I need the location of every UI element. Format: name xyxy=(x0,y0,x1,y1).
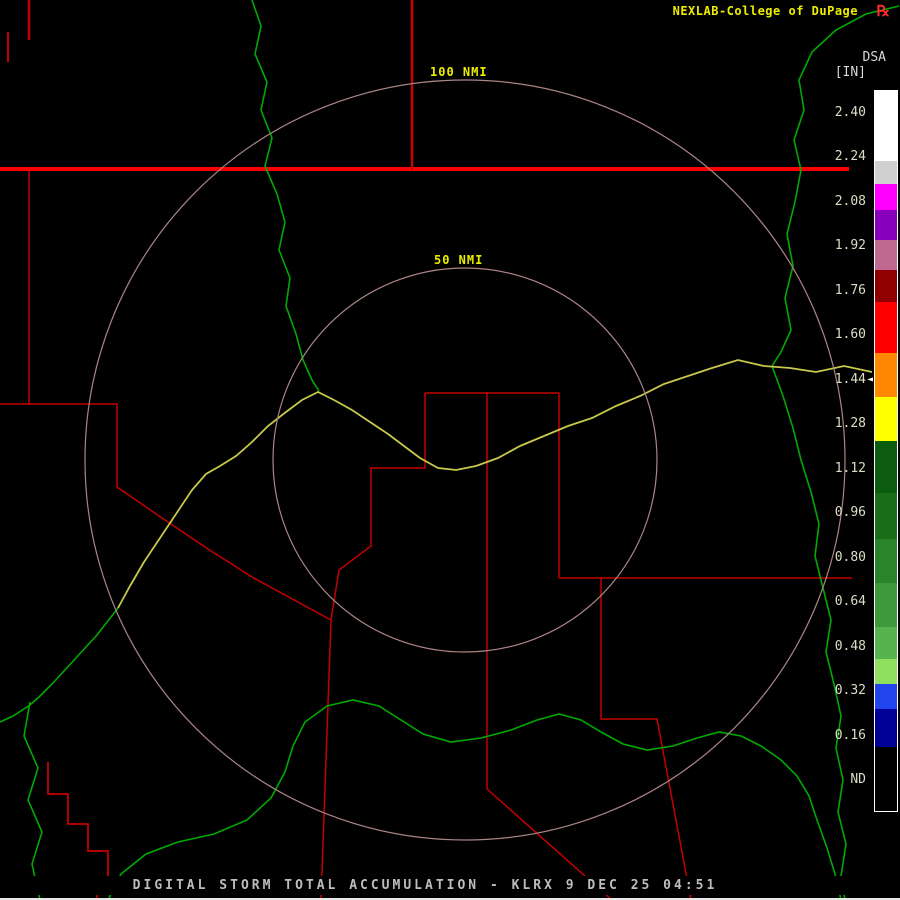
colorbar-label: 1.28 xyxy=(834,416,866,432)
colorbar-segment xyxy=(875,270,897,302)
range-ring-50nmi xyxy=(272,267,658,653)
colorbar-label: 2.24 xyxy=(834,149,866,165)
colorbar-segment xyxy=(875,627,897,659)
product-name-label: DSA xyxy=(862,50,886,65)
river-line xyxy=(23,701,43,900)
radar-display: 100 NMI 50 NMI NEXLAB-College of DuPage … xyxy=(0,0,900,900)
colorbar-label: 1.92 xyxy=(834,238,866,254)
colorbar-label: ND xyxy=(850,772,866,787)
brand-text: NEXLAB-College of DuPage xyxy=(672,4,858,18)
colorbar-label: 0.48 xyxy=(834,638,866,654)
colorbar-segment xyxy=(875,659,897,684)
colorbar-label: 0.16 xyxy=(834,727,866,743)
colorbar-segment xyxy=(875,709,897,747)
county-boundary-line xyxy=(320,619,332,900)
colorbar-swatches xyxy=(874,90,898,812)
colorbar-label: 0.32 xyxy=(834,683,866,699)
colorbar-label: 1.76 xyxy=(834,282,866,298)
river-line xyxy=(771,365,847,900)
colorbar-label: 2.40 xyxy=(834,105,866,120)
colorbar-segment xyxy=(875,210,897,240)
river-line xyxy=(0,607,119,723)
title-text: DIGITAL STORM TOTAL ACCUMULATION - KLRX … xyxy=(0,876,850,895)
colorbar-segment xyxy=(875,184,897,210)
river-line xyxy=(107,699,842,900)
colorbar-segment xyxy=(875,397,897,441)
colorbar-segment xyxy=(875,747,897,811)
colorbar-label: 2.08 xyxy=(834,193,866,209)
county-boundary-line xyxy=(425,392,560,578)
colorbar-label: 1.12 xyxy=(834,460,866,476)
colorbar-segment xyxy=(875,161,897,184)
scale-marker-icon: ◄ xyxy=(866,373,873,385)
colorbar-segment xyxy=(875,583,897,627)
cod-logo-icon: ℞ xyxy=(876,2,890,20)
colorbar-segment xyxy=(875,684,897,709)
colorbar-label: 1.60 xyxy=(834,327,866,343)
colorbar-label: 1.44 xyxy=(834,371,866,387)
map-svg xyxy=(0,0,900,900)
colorbar-label: 0.64 xyxy=(834,594,866,610)
county-boundary-line xyxy=(28,171,118,487)
river-line xyxy=(251,0,320,392)
range-ring-100nmi xyxy=(84,79,846,841)
colorbar-segment xyxy=(875,539,897,583)
colorbar-segment xyxy=(875,91,897,161)
colorbar-segment xyxy=(875,493,897,539)
ring-label-100nmi: 100 NMI xyxy=(427,65,491,79)
colorbar-segment xyxy=(875,353,897,397)
colorbar-label: 0.96 xyxy=(834,505,866,521)
colorbar-segment xyxy=(875,441,897,493)
product-units-label: [IN] xyxy=(834,65,866,80)
highlighted-river-line xyxy=(117,359,873,609)
colorbar-segment xyxy=(875,240,897,270)
ring-label-50nmi: 50 NMI xyxy=(431,253,487,267)
colorbar-label: 0.80 xyxy=(834,549,866,565)
colorbar-segment xyxy=(875,302,897,353)
